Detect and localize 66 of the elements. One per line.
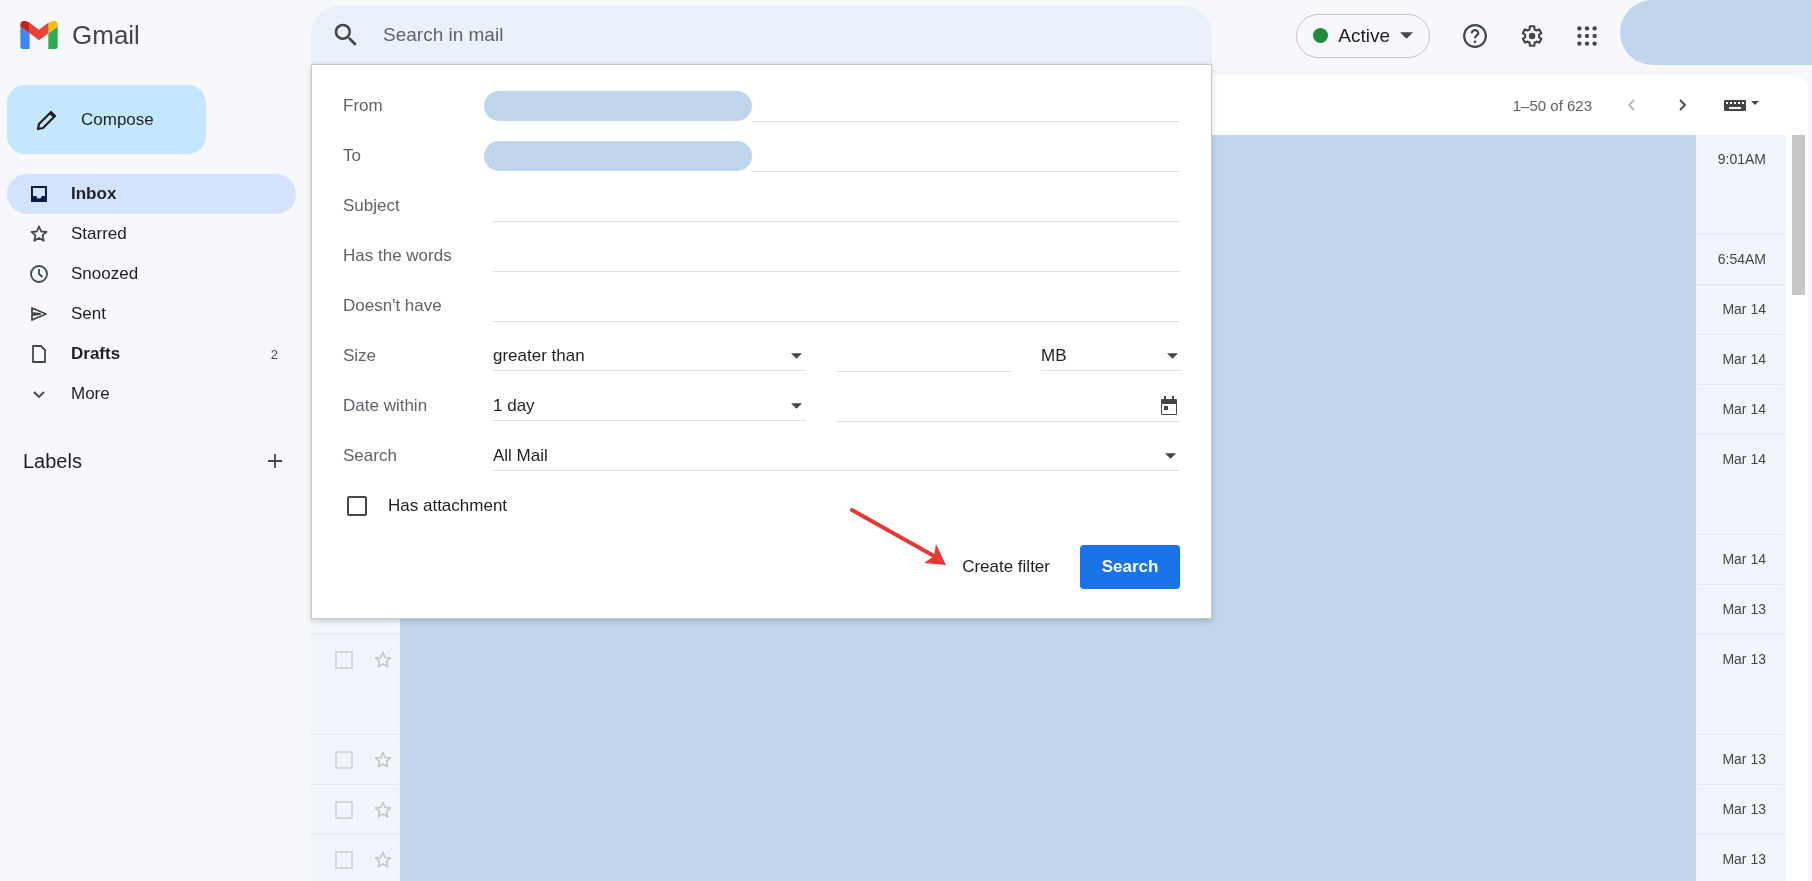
field-label: Subject xyxy=(343,196,401,216)
mail-date: Mar 14 xyxy=(1721,550,1767,569)
field-label: Search xyxy=(343,446,398,466)
size-dropdown[interactable]: greater than xyxy=(493,341,806,371)
date-range-dropdown[interactable]: 1 day xyxy=(493,391,806,421)
inbox-icon xyxy=(29,183,49,204)
send-icon xyxy=(29,304,49,324)
mail-date: Mar 14 xyxy=(1721,350,1767,369)
file-icon xyxy=(29,344,49,364)
mail-date: 6:54AM xyxy=(1716,250,1767,269)
mail-date: Mar 14 xyxy=(1721,400,1767,419)
field-label: Date within xyxy=(343,396,429,416)
checkbox[interactable] xyxy=(347,496,367,516)
mail-date: 9:01AM xyxy=(1716,150,1767,169)
star-icon xyxy=(29,224,49,244)
star-icon[interactable] xyxy=(373,800,393,820)
mailbox-dropdown[interactable]: All Mail xyxy=(493,441,1180,471)
caret-icon xyxy=(1400,32,1413,39)
add-icon[interactable] xyxy=(267,453,283,469)
status-dot-icon xyxy=(1313,28,1329,43)
nav-item[interactable]: Starred xyxy=(7,214,296,254)
nav-item[interactable]: Snoozed xyxy=(7,254,296,294)
compose-button[interactable]: Compose xyxy=(7,85,206,154)
gmail-logo-icon xyxy=(20,21,58,49)
mail-date: Mar 13 xyxy=(1721,650,1767,669)
star-icon[interactable] xyxy=(373,850,393,870)
labels-heading: Labels xyxy=(23,449,82,473)
help-icon[interactable] xyxy=(1462,22,1488,49)
clock-icon xyxy=(29,264,49,284)
checkbox-label: Has attachment xyxy=(388,496,508,516)
row-checkbox[interactable] xyxy=(335,651,353,669)
search-button[interactable]: Search xyxy=(1080,545,1180,589)
caret-icon xyxy=(1167,352,1178,359)
create-filter-link[interactable]: Create filter xyxy=(962,557,1050,577)
mail-date: Mar 13 xyxy=(1721,600,1767,619)
star-icon[interactable] xyxy=(373,650,393,670)
row-checkbox[interactable] xyxy=(335,851,353,869)
mail-date: Mar 14 xyxy=(1721,450,1767,469)
search-field[interactable]: Search in mail xyxy=(381,23,985,47)
nav-item[interactable]: Drafts 2 xyxy=(7,334,296,374)
status-dropdown[interactable]: Active xyxy=(1296,13,1430,58)
field-label: To xyxy=(343,146,362,166)
mail-date: Mar 14 xyxy=(1721,300,1767,319)
unit-dropdown[interactable]: MB xyxy=(1041,341,1182,371)
caret-icon xyxy=(791,352,802,359)
caret-icon xyxy=(1165,452,1176,459)
nav-item[interactable]: Inbox xyxy=(7,174,296,214)
field-label: Doesn't have xyxy=(343,296,443,316)
calendar-icon[interactable] xyxy=(1160,395,1178,416)
star-icon[interactable] xyxy=(373,750,393,770)
row-checkbox[interactable] xyxy=(335,751,353,769)
row-checkbox[interactable] xyxy=(335,801,353,819)
field-label: Has the words xyxy=(343,246,453,266)
mail-date: Mar 13 xyxy=(1721,800,1767,819)
keyboard-icon[interactable] xyxy=(1724,98,1760,112)
scrollbar-thumb[interactable] xyxy=(1792,135,1805,295)
page-range: 1–50 of 623 xyxy=(1512,96,1592,114)
app-name: Gmail xyxy=(72,19,140,51)
search-bar[interactable]: Search in mail xyxy=(311,6,1212,64)
field-label: Size xyxy=(343,346,378,366)
nav-item[interactable]: Sent xyxy=(7,294,296,334)
caret-icon xyxy=(791,402,802,409)
mail-date: Mar 13 xyxy=(1721,850,1767,869)
field-label: From xyxy=(343,96,384,116)
mail-date: Mar 13 xyxy=(1721,750,1767,769)
nav-item[interactable]: More xyxy=(7,374,296,414)
